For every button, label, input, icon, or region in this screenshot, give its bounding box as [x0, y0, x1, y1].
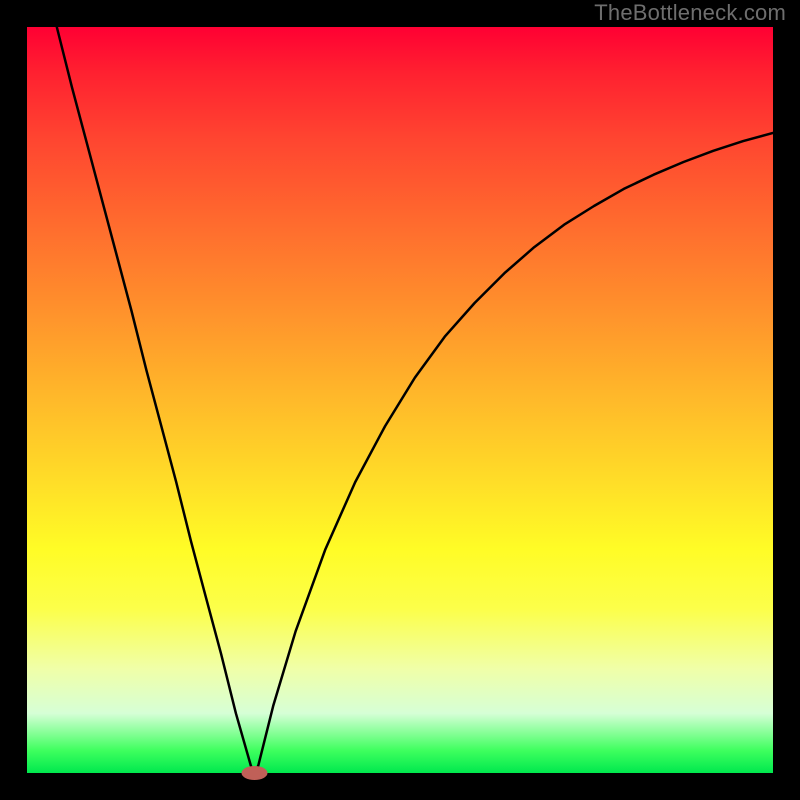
chart-container: TheBottleneck.com [0, 0, 800, 800]
gradient-background [27, 27, 773, 773]
watermark-text: TheBottleneck.com [594, 0, 786, 26]
